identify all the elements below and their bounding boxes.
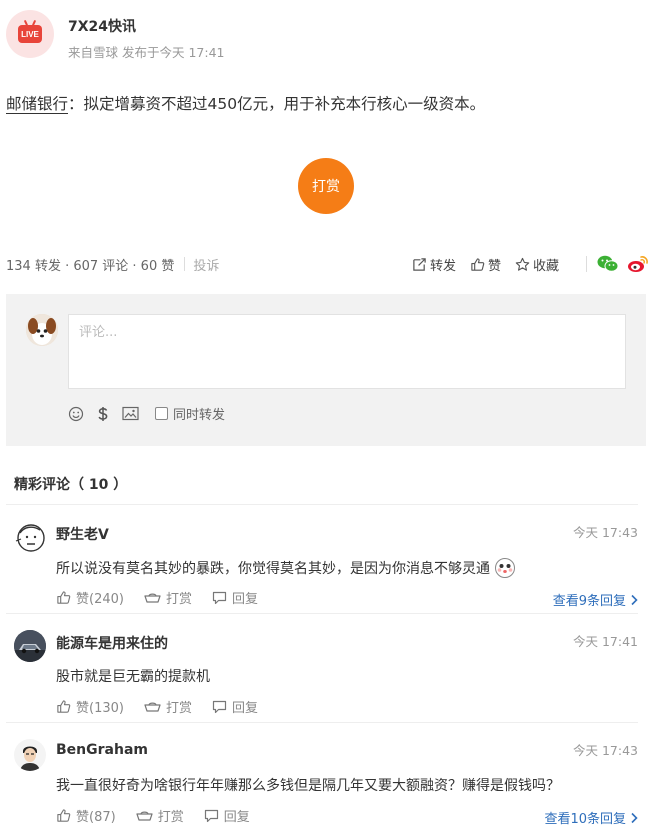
comment-item: 能源车是用来住的 今天 17:41 股市就是巨无霸的提款机 赞(130) 打赏 … — [6, 614, 638, 723]
repost-checkbox-label[interactable]: 同时转发 — [173, 404, 225, 423]
comment-reply-button[interactable]: 回复 — [212, 697, 258, 716]
comment-body: 股市就是巨无霸的提款机 — [56, 669, 210, 685]
post-content: 邮储银行：拟定增募资不超过450亿元，用于补充本行核心一级资本。 — [6, 92, 485, 114]
author-avatar[interactable]: LIVE — [6, 10, 54, 58]
repost-checkbox[interactable] — [155, 407, 168, 420]
repost-label: 转发 — [430, 258, 457, 274]
emoji-icon — [495, 558, 515, 578]
comment-composer: 评论... 同时转发 — [6, 294, 646, 446]
comment-text: 所以说没有莫名其妙的暴跌，你觉得莫名其妙，是因为你消息不够灵通 — [56, 557, 516, 579]
comment-reply-button[interactable]: 回复 — [212, 588, 258, 607]
featured-comments-title: 精彩评论（ 10 ） — [14, 477, 128, 493]
image-button[interactable] — [122, 406, 139, 421]
comment-tip-button[interactable]: 打赏 — [144, 697, 192, 716]
tip-label: 打赏 — [165, 701, 192, 716]
image-icon — [122, 406, 139, 421]
comment-input[interactable]: 评论... — [68, 314, 626, 389]
tip-label: 打赏 — [165, 592, 192, 607]
tip-icon — [144, 702, 161, 712]
repost-icon — [413, 257, 426, 271]
comment-body: 我一直很好奇为啥银行年年赚那么多钱但是隔几年又要大额融资？赚得是假钱吗？ — [56, 778, 560, 794]
like-count: 赞(240) — [76, 592, 124, 607]
divider — [586, 256, 587, 272]
thumbs-up-icon — [57, 809, 71, 822]
reply-icon — [204, 809, 218, 822]
view-replies-label: 查看9条回复 — [552, 594, 626, 609]
dollar-icon — [98, 406, 108, 421]
post-text: ：拟定增募资不超过450亿元，用于补充本行核心一级资本。 — [68, 95, 486, 113]
car-photo-icon — [14, 630, 46, 662]
comment-item: BenGraham 今天 17:43 我一直很好奇为啥银行年年赚那么多钱但是隔几… — [6, 723, 638, 826]
comment-text: 股市就是巨无霸的提款机 — [56, 666, 210, 686]
comment-body: 所以说没有莫名其妙的暴跌，你觉得莫名其妙，是因为你消息不够灵通 — [56, 561, 490, 577]
commenter-avatar[interactable] — [14, 521, 46, 553]
favorite-label: 收藏 — [533, 258, 560, 274]
tip-icon — [144, 593, 161, 603]
comment-like-button[interactable]: 赞(87) — [56, 806, 116, 825]
stock-symbol-button[interactable] — [96, 406, 110, 422]
stats-bar: 134 转发 · 607 评论 · 60 赞 投诉 转发 赞 收藏 — [6, 254, 649, 274]
commenter-name[interactable]: 野生老V — [56, 524, 109, 544]
star-icon — [515, 257, 530, 271]
commenter-name[interactable]: BenGraham — [56, 742, 148, 758]
comment-tip-button[interactable]: 打赏 — [136, 806, 184, 825]
comment-reply-button[interactable]: 回复 — [204, 806, 250, 825]
comment-like-button[interactable]: 赞(240) — [56, 588, 124, 607]
report-link[interactable]: 投诉 — [193, 255, 219, 274]
comment-like-button[interactable]: 赞(130) — [56, 697, 124, 716]
reply-label: 回复 — [231, 701, 258, 716]
chevron-right-icon — [631, 594, 638, 605]
comment-time: 今天 17:43 — [573, 743, 638, 758]
tip-button[interactable]: 打赏 — [298, 158, 354, 214]
like-label: 赞 — [488, 258, 502, 274]
view-replies-link[interactable]: 查看10条回复 — [544, 808, 638, 826]
user-avatar[interactable] — [26, 314, 58, 346]
portrait-icon — [14, 739, 46, 771]
comment-time: 今天 17:43 — [573, 525, 638, 540]
comment-time: 今天 17:41 — [573, 634, 638, 649]
commenter-avatar[interactable] — [14, 630, 46, 662]
thumbs-up-icon — [57, 591, 71, 604]
like-count: 赞(130) — [76, 701, 124, 716]
commenter-avatar[interactable] — [14, 739, 46, 771]
tip-icon — [136, 811, 153, 821]
thumbs-up-icon — [57, 700, 71, 713]
reply-icon — [212, 700, 227, 713]
smiley-icon — [68, 406, 84, 421]
post-header: LIVE 7X24快讯 来自雪球 发布于今天 17:41 — [6, 10, 224, 61]
comment-tip-button[interactable]: 打赏 — [144, 588, 192, 607]
stats-summary: 134 转发 · 607 评论 · 60 赞 — [6, 258, 175, 274]
view-replies-link[interactable]: 查看9条回复 — [553, 590, 638, 609]
comment-list: 野生老V 今天 17:43 所以说没有莫名其妙的暴跌，你觉得莫名其妙，是因为你消… — [6, 505, 638, 826]
weibo-icon[interactable] — [627, 255, 649, 273]
cartoon-face-icon — [15, 524, 45, 552]
comment-item: 野生老V 今天 17:43 所以说没有莫名其妙的暴跌，你觉得莫名其妙，是因为你消… — [6, 505, 638, 614]
reply-icon — [212, 591, 227, 604]
wechat-icon[interactable] — [597, 255, 619, 273]
reply-label: 回复 — [231, 592, 258, 607]
thumbs-up-icon — [471, 257, 485, 271]
reply-label: 回复 — [223, 810, 250, 825]
chevron-right-icon — [631, 812, 638, 823]
divider — [184, 257, 186, 271]
view-replies-label: 查看10条回复 — [544, 812, 626, 826]
post-meta: 来自雪球 发布于今天 17:41 — [68, 45, 225, 60]
stock-link[interactable]: 邮储银行 — [6, 95, 69, 114]
commenter-name[interactable]: 能源车是用来住的 — [56, 633, 168, 653]
like-button[interactable]: 赞 — [470, 255, 501, 274]
favorite-button[interactable]: 收藏 — [515, 255, 559, 274]
dog-avatar-icon — [26, 314, 58, 346]
emoji-button[interactable] — [68, 406, 84, 422]
comment-text: 我一直很好奇为啥银行年年赚那么多钱但是隔几年又要大额融资？赚得是假钱吗？ — [56, 775, 560, 795]
like-count: 赞(87) — [76, 810, 116, 825]
tip-label: 打赏 — [157, 810, 184, 825]
repost-button[interactable]: 转发 — [412, 255, 456, 274]
live-icon: LIVE — [18, 25, 42, 43]
author-name[interactable]: 7X24快讯 — [68, 16, 224, 36]
